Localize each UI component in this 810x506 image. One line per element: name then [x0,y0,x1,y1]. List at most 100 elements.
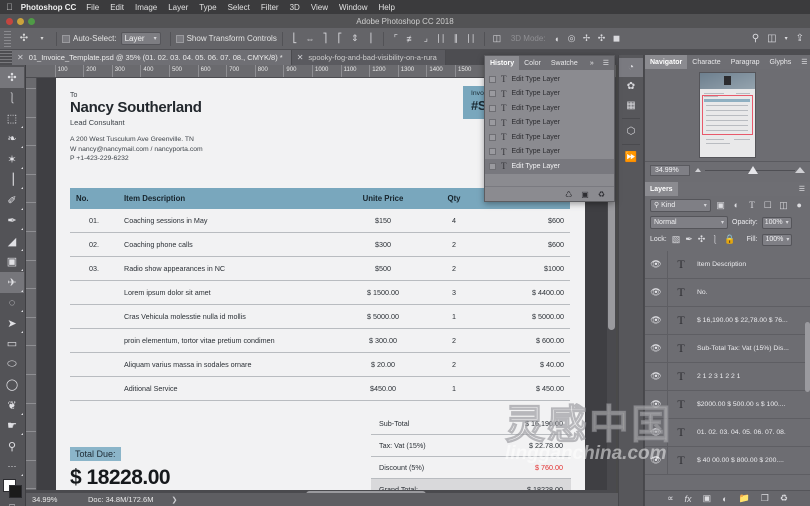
history-snapshot-toggle[interactable] [489,75,496,83]
layer-visibility-toggle-icon[interactable]: 👁 [645,427,667,438]
menu-file[interactable]: File [86,3,99,12]
layer-row[interactable]: 👁 T $2000.00 $ 500.00 s $ 100.... [645,390,810,419]
new-group-icon[interactable]: 📁 [739,493,750,504]
navigator-zoom-input[interactable]: 34.99% [650,164,690,176]
clone-stamp-tool[interactable]: ✈ [0,272,24,293]
menu-3d[interactable]: 3D [290,3,300,12]
navigator-view-box[interactable] [702,95,753,135]
panel-menu-icon[interactable]: ☰ [794,182,810,196]
tab-color[interactable]: Color [519,56,546,70]
distribute-vertical-center-icon[interactable]: ≢ [404,31,418,47]
layer-row[interactable]: 👁 T 2 1 2 3 1 2 2 1 [645,362,810,391]
drag-3d-icon[interactable]: ✢ [580,31,594,47]
type-layer-thumbnail-icon[interactable]: T [668,313,694,328]
new-layer-icon[interactable]: ❐ [761,493,769,504]
blur-tool[interactable]: ◌ [0,293,24,314]
document-tab-spooky-fog[interactable]: ✕ spooky-fog-and-bad-visibility-on-a-rur… [291,50,446,65]
document-tab-invoice[interactable]: ✕ 01_Invoice_Template.psd @ 35% (01. 02.… [12,50,292,65]
show-transform-controls-checkbox[interactable] [175,34,184,43]
filter-toggle-icon[interactable]: ● [793,199,805,212]
menu-window[interactable]: Window [339,3,367,12]
align-bottom-edges-icon[interactable]: ⎥ [363,31,377,47]
status-zoom-level[interactable]: 34.99% [26,495,82,504]
workspace-icon[interactable]: ◫ [767,33,776,44]
move-tool[interactable]: ✣ [0,67,24,88]
layer-visibility-toggle-icon[interactable]: 👁 [645,287,667,298]
tool-preset-caret-icon[interactable]: ▾ [33,30,51,48]
background-color-swatch[interactable] [9,485,22,498]
layer-visibility-toggle-icon[interactable]: 👁 [645,343,667,354]
foreground-background-swatches[interactable] [0,477,24,499]
history-state-item[interactable]: T Edit Type Layer [485,87,614,102]
history-snapshot-toggle[interactable] [489,104,496,112]
layer-visibility-toggle-icon[interactable]: 👁 [645,399,667,410]
lock-image-pixels-icon[interactable]: ✒ [685,234,693,245]
align-left-edges-icon[interactable]: ⎣ [288,31,302,47]
ellipse-tool[interactable]: ◯ [0,375,24,396]
tab-glyphs[interactable]: Glyphs [765,55,797,69]
history-state-item[interactable]: T Edit Type Layer [485,159,614,174]
tab-character[interactable]: Characte [687,55,725,69]
lock-artboard-nesting-icon[interactable]: ⎱ [710,233,719,246]
menu-type[interactable]: Type [199,3,216,12]
tab-swatches[interactable]: Swatche [546,56,583,70]
type-layer-thumbnail-icon[interactable]: T [668,397,694,412]
chevron-right-icon[interactable]: ❯ [171,496,177,504]
magic-wand-tool[interactable]: ✶ [0,149,24,170]
menu-edit[interactable]: Edit [110,3,124,12]
menu-filter[interactable]: Filter [261,3,279,12]
align-right-edges-icon[interactable]: ⎤ [318,31,332,47]
auto-select-checkbox[interactable] [62,34,70,43]
layer-row[interactable]: 👁 T Sub-Total Tax: Vat (15%) Dis... [645,334,810,363]
tabbar-grip[interactable] [0,50,12,65]
move-tool-icon[interactable]: ✣ [15,30,33,48]
distribute-top-icon[interactable]: ⌜ [389,31,403,47]
lock-all-icon[interactable]: 🔒 [724,234,735,245]
history-snapshot-toggle[interactable] [489,119,496,127]
share-icon[interactable]: ⇪ [796,33,804,44]
menu-view[interactable]: View [311,3,328,12]
vertical-ruler[interactable] [26,78,37,490]
type-layer-thumbnail-icon[interactable]: T [668,453,694,468]
close-icon[interactable]: ✕ [297,53,304,62]
align-options-icon[interactable]: ◫ [490,31,504,47]
tab-history[interactable]: History [485,56,520,70]
layer-row[interactable]: 👁 T $ 40 00.00 $ 800.00 $ 200.... [645,446,810,475]
close-icon[interactable]: ✕ [17,53,24,62]
distribute-right-icon[interactable]: ∣∣ [464,31,478,47]
options-bar-grip[interactable] [4,30,11,47]
history-snapshot-toggle[interactable] [489,90,496,98]
zoom-out-icon[interactable] [695,168,701,172]
create-snapshot-icon[interactable]: ▣ [581,190,589,199]
path-selection-tool[interactable]: ➤ [0,313,24,334]
history-state-item[interactable]: T Edit Type Layer [485,116,614,131]
history-snapshot-toggle[interactable] [489,148,496,156]
roll-3d-icon[interactable]: ◎ [565,31,579,47]
menubar-app-name[interactable]: Photoshop CC [21,3,77,12]
apple-logo-icon[interactable]:  [6,2,13,12]
layer-visibility-toggle-icon[interactable]: 👁 [645,455,667,466]
menu-help[interactable]: Help [378,3,394,12]
rectangle-tool[interactable]: ▭ [0,334,24,355]
lock-position-icon[interactable]: ✣ [698,234,706,245]
history-snapshot-toggle[interactable] [489,133,496,141]
chevron-double-right-icon[interactable]: » [585,56,598,70]
slide-3d-icon[interactable]: ✣ [595,31,609,47]
layer-row[interactable]: 👁 T $ 16,190.00 $ 22,78.00 $ 76... [645,306,810,335]
rotate-3d-icon[interactable]: ◖ [550,31,564,47]
layer-filter-kind-dropdown[interactable]: ⚲ Kind ▾ [650,198,711,212]
blend-mode-dropdown[interactable]: Normal ▾ [650,216,728,229]
search-icon[interactable]: ⚲ [752,33,759,44]
align-horizontal-centers-icon[interactable]: ⇔ [303,31,317,47]
color-wheel-icon[interactable]: ◔ [619,58,643,77]
history-state-item[interactable]: T Edit Type Layer [485,145,614,160]
distribute-left-icon[interactable]: ∣∣ [434,31,448,47]
align-top-edges-icon[interactable]: ⎡ [333,31,347,47]
type-layer-thumbnail-icon[interactable]: T [668,369,694,384]
history-snapshot-toggle[interactable] [489,162,496,170]
delete-layer-icon[interactable]: ♻ [780,493,788,504]
layers-scrollbar-thumb[interactable] [805,322,810,392]
menu-image[interactable]: Image [135,3,157,12]
add-layer-style-icon[interactable]: fx [685,494,692,504]
tab-paragraph[interactable]: Paragrap [726,55,765,69]
